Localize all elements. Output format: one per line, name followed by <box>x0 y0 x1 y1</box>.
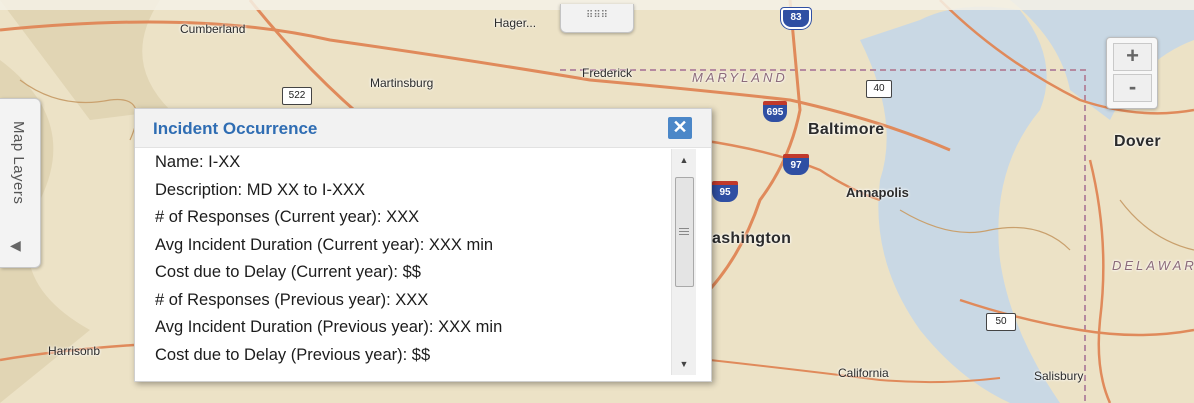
place-frederick: Frederick <box>582 66 633 80</box>
collapse-arrow-icon[interactable]: ◀ <box>10 237 21 254</box>
place-salisbury: Salisbury <box>1034 369 1084 383</box>
popup-title: Incident Occurrence <box>153 119 318 138</box>
place-martinsburg: Martinsburg <box>370 76 434 90</box>
place-dover: Dover <box>1114 133 1161 150</box>
popup-body: Name: I-XX Description: MD XX to I-XXX #… <box>155 149 660 371</box>
attribute-responses-current: # of Responses (Current year): XXX <box>155 208 420 226</box>
route-shield-522: 522 <box>282 87 312 105</box>
map-layers-tab[interactable]: Map Layers ◀ <box>0 98 41 268</box>
attribute-duration-previous: Avg Incident Duration (Previous year): X… <box>155 318 503 336</box>
scroll-grip-icon <box>679 234 689 235</box>
place-annapolis: Annapolis <box>846 185 909 200</box>
attribute-name: Name: I-XX <box>155 153 241 171</box>
map-layers-label: Map Layers <box>10 121 27 205</box>
place-baltimore: Baltimore <box>808 121 885 138</box>
popup-scrollbar[interactable]: ▲ ▼ <box>671 149 696 375</box>
scrollbar-thumb[interactable] <box>675 177 694 287</box>
place-washington: ashington <box>712 230 792 247</box>
zoom-out-button[interactable]: - <box>1113 74 1152 102</box>
attribute-duration-current: Avg Incident Duration (Current year): XX… <box>155 235 494 254</box>
scroll-grip-icon <box>679 231 689 232</box>
route-shield-695: 695 <box>763 101 787 122</box>
close-button[interactable]: ✕ <box>668 117 692 139</box>
attribute-responses-previous: # of Responses (Previous year): XXX <box>155 290 429 309</box>
route-shield-97: 97 <box>783 154 809 175</box>
place-hagerstown: Hager... <box>494 16 537 30</box>
panel-drag-handle[interactable]: ⠿⠿⠿ <box>560 4 634 33</box>
scroll-down-arrow-icon[interactable]: ▼ <box>672 355 696 373</box>
place-cumberland: Cumberland <box>180 22 246 36</box>
route-shield-95: 95 <box>712 181 738 202</box>
map-viewer[interactable]: Cumberland Hager... Martinsburg Frederic… <box>0 0 1194 403</box>
place-california: California <box>838 366 889 380</box>
place-harrisonburg: Harrisonb <box>48 344 101 358</box>
scroll-up-arrow-icon[interactable]: ▲ <box>672 151 696 169</box>
route-shield-83: 83 <box>781 8 811 29</box>
scroll-grip-icon <box>679 228 689 229</box>
incident-popup: Incident Occurrence ✕ Name: I-XX Descrip… <box>134 108 712 382</box>
route-shield-50: 50 <box>986 313 1016 331</box>
state-maryland: MARYLAND <box>692 70 788 85</box>
attribute-cost-previous: Cost due to Delay (Previous year): $$ <box>155 345 431 364</box>
attribute-description: Description: MD XX to I-XXX <box>155 180 365 199</box>
zoom-control: + - <box>1106 37 1158 109</box>
route-shield-40: 40 <box>866 80 892 98</box>
state-delaware: DELAWAR <box>1112 258 1194 273</box>
popup-header: Incident Occurrence ✕ <box>135 109 711 148</box>
attribute-cost-current: Cost due to Delay (Current year): $$ <box>155 263 421 281</box>
zoom-in-button[interactable]: + <box>1113 43 1152 71</box>
